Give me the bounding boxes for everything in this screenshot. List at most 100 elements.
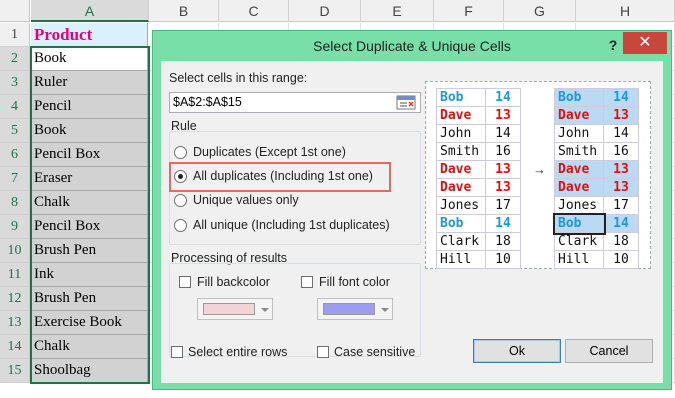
preview-name-cell: Dave [436,160,486,179]
backcolor-picker[interactable] [197,298,273,320]
row-header-1[interactable]: 1 [0,23,30,47]
preview-name-cell: Dave [554,106,604,125]
selection-border [30,46,150,384]
row-header-9[interactable]: 9 [0,215,30,239]
select-all-corner[interactable] [0,0,30,22]
preview-row: Hill 10 [554,250,639,269]
column-header-a[interactable]: A [31,0,149,22]
font-color-picker[interactable] [317,298,393,320]
select-entire-rows-label[interactable]: Select entire rows [188,345,287,359]
row-header-2[interactable]: 2 [0,47,30,71]
preview-value-cell: 14 [603,88,639,107]
preview-row: Jones 17 [554,196,639,215]
column-header-e[interactable]: E [361,0,434,22]
fill-backcolor-label[interactable]: Fill backcolor [197,275,270,289]
row-header-13[interactable]: 13 [0,311,30,335]
column-header-d[interactable]: D [289,0,361,22]
fill-font-color-label[interactable]: Fill font color [319,275,390,289]
range-label: Select cells in this range: [169,71,308,85]
fill-backcolor-checkbox[interactable] [179,276,191,288]
fill-font-color-checkbox[interactable] [301,276,313,288]
preview-row: Smith 16 [436,142,521,161]
column-header-b[interactable]: B [149,0,219,22]
row-header-3[interactable]: 3 [0,71,30,95]
rule-radio-4[interactable] [174,219,187,232]
preview-value-cell: 13 [485,178,521,197]
preview-value-cell: 10 [603,250,639,269]
preview-row: Bob 14 [552,212,639,235]
range-select-button[interactable] [396,95,416,110]
rule-option-2[interactable]: All duplicates (Including 1st one) [193,169,373,183]
row-header-4[interactable]: 4 [0,95,30,119]
rule-option-4[interactable]: All unique (Including 1st duplicates) [193,218,390,232]
preview-name-cell: John [436,124,486,143]
preview-after-table: Bob 14 Dave 13 John 14 Smith 16 Dave 13 Dave 13 Jone… [552,88,639,269]
preview-name-cell: Hill [554,250,604,269]
row-header-10[interactable]: 10 [0,239,30,263]
row-header-11[interactable]: 11 [0,263,30,287]
row-header-15[interactable]: 15 [0,359,30,383]
rule-radio-1[interactable] [174,146,187,159]
row-header-14[interactable]: 14 [0,335,30,359]
preview-row: Dave 13 [554,178,639,197]
row-header-8[interactable]: 8 [0,191,30,215]
preview-row: Bob 14 [554,88,639,107]
preview-row: Dave 13 [554,106,639,125]
preview-value-cell: 13 [603,106,639,125]
column-header-c[interactable]: C [219,0,289,22]
cancel-button[interactable]: Cancel [565,339,653,363]
preview-row: Dave 13 [436,178,521,197]
preview-value-cell: 17 [485,196,521,215]
preview-value-cell: 16 [485,142,521,161]
dialog-title: Select Duplicate & Unique Cells [313,38,511,54]
row-header-12[interactable]: 12 [0,287,30,311]
preview-value-cell: 18 [485,232,521,251]
chevron-down-icon [261,308,269,312]
preview-value-cell: 10 [485,250,521,269]
close-button[interactable]: ✕ [623,32,667,54]
help-button[interactable]: ? [605,35,621,55]
preview-name-cell: Clark [554,232,604,251]
preview-row: Dave 13 [436,160,521,179]
rule-option-3[interactable]: Unique values only [193,193,299,207]
preview-value-cell: 13 [603,160,639,179]
row-header-6[interactable]: 6 [0,143,30,167]
case-sensitive-checkbox[interactable] [317,346,329,358]
preview-row: Jones 17 [436,196,521,215]
preview-before-table: Bob 14 Dave 13 John 14 Smith 16 Dave 13 Dave 13 Jone… [436,88,521,269]
preview-name-cell: Dave [554,160,604,179]
preview-value-cell: 14 [485,88,521,107]
preview-name-cell: Dave [554,178,604,197]
preview-panel: Bob 14 Dave 13 John 14 Smith 16 Dave 13 Dave 13 Jone… [425,81,651,269]
preview-row: Hill 10 [436,250,521,269]
preview-value-cell: 17 [603,196,639,215]
case-sensitive-label[interactable]: Case sensitive [334,345,415,359]
column-header-f[interactable]: F [434,0,504,22]
rule-option-1[interactable]: Duplicates (Except 1st one) [193,145,346,159]
preview-name-cell: Smith [436,142,486,161]
select-entire-rows-checkbox[interactable] [171,346,183,358]
range-input[interactable]: $A$2:$A$15 [169,92,421,113]
preview-value-cell: 14 [485,214,521,233]
column-header-g[interactable]: G [504,0,576,22]
preview-row: Dave 13 [554,160,639,179]
column-header-h[interactable]: H [576,0,675,22]
preview-row: Clark 18 [554,232,639,251]
preview-row: John 14 [436,124,521,143]
ok-button[interactable]: Ok [473,339,561,363]
preview-row: Clark 18 [436,232,521,251]
preview-name-cell: Smith [554,142,604,161]
preview-name-cell: Clark [436,232,486,251]
preview-value-cell: 18 [603,232,639,251]
rule-radio-2[interactable] [174,170,187,183]
chevron-down-icon [381,308,389,312]
cell-header-product[interactable]: Product [31,23,148,47]
font-color-swatch [323,303,375,315]
preview-value-cell: 14 [485,124,521,143]
row-header-7[interactable]: 7 [0,167,30,191]
preview-row: Dave 13 [436,106,521,125]
rule-radio-3[interactable] [174,194,187,207]
preview-value-cell: 13 [603,178,639,197]
row-header-5[interactable]: 5 [0,119,30,143]
preview-value-cell: 13 [485,106,521,125]
